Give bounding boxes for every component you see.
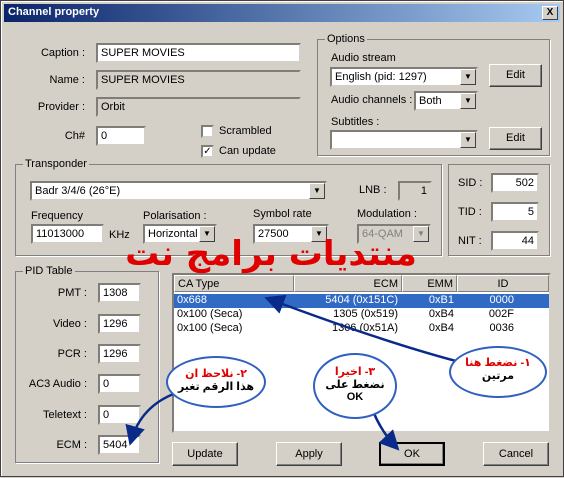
watermark-text: منتديات برامج نت [125,234,417,274]
tid-field[interactable]: 5 [491,202,539,222]
satellite-select[interactable]: Badr 3/4/6 (26°E) ▼ [30,181,327,201]
subtitles-label: Subtitles : [331,116,380,128]
tid-label: TID : [458,206,482,218]
note-3-line-1: ٣- اخيرا [334,366,376,378]
satellite-value: Badr 3/4/6 (26°E) [35,185,121,197]
chevron-down-icon: ▼ [460,69,476,85]
caption-label: Caption : [40,47,85,59]
cancel-button[interactable]: Cancel [483,442,549,466]
ecm-label: ECM : [56,439,87,451]
sid-label: SID : [458,177,483,189]
ac3-audio-field[interactable]: 0 [98,374,141,394]
ok-button[interactable]: OK [379,442,445,466]
edit-subtitles-button[interactable]: Edit [489,127,542,150]
cell-id: 002F [488,308,514,320]
table-row[interactable]: 0x668 5404 (0x151C) 0xB1 0000 [174,294,549,308]
lnb-field: 1 [398,181,432,201]
chevron-down-icon: ▼ [460,132,476,148]
scrambled-checkbox[interactable] [201,125,214,138]
note-1-line-1: ١- نضغط هنا [465,357,531,369]
symbol-rate-label: Symbol rate [253,208,312,220]
note-2-line-1: ٢- نلاحظ ان [185,368,247,380]
chevron-down-icon: ▼ [309,183,325,199]
provider-label: Provider : [37,101,85,113]
video-label: Video : [52,318,87,330]
cell-id: 0036 [489,322,514,334]
cell-emm: 0xB1 [428,294,454,306]
column-header-ca-type[interactable]: CA Type [174,275,294,292]
note-bubble-3: ٣- اخيرا نضغط على OK [313,353,397,419]
name-field: SUPER MOVIES [96,70,301,90]
teletext-field[interactable]: 0 [98,405,141,425]
scrambled-label: Scrambled [219,125,272,137]
frequency-label: Frequency [31,210,83,222]
nit-label: NIT : [458,235,482,247]
audio-channels-value: Both [419,95,442,107]
column-header-ecm[interactable]: ECM [294,275,402,292]
cell-ca-type: 0x668 [177,294,207,306]
can-update-checkbox[interactable]: ✓ [201,145,214,158]
channel-property-dialog: Channel property X Caption : SUPER MOVIE… [0,0,564,477]
table-row[interactable]: 0x100 (Seca) 1305 (0x519) 0xB4 002F [174,308,549,322]
pmt-field[interactable]: 1308 [98,283,141,303]
audio-stream-value: English (pid: 1297) [335,71,427,83]
cell-emm: 0xB4 [428,322,454,334]
pcr-label: PCR : [57,348,87,360]
name-label: Name : [49,74,85,86]
chnum-field[interactable]: 0 [96,126,146,146]
table-row[interactable]: 0x100 (Seca) 1306 (0x51A) 0xB4 0036 [174,322,549,336]
cell-ca-type: 0x100 (Seca) [177,308,243,320]
polarisation-label: Polarisation : [143,210,207,222]
video-field[interactable]: 1296 [98,314,141,334]
update-button[interactable]: Update [172,442,238,466]
close-button[interactable]: X [542,6,558,20]
pid-table-title: PID Table [23,265,75,277]
cell-ecm: 1305 (0x519) [333,308,398,320]
can-update-label: Can update [219,145,276,157]
chnum-label: Ch# [64,130,85,142]
cell-ecm: 5404 (0x151C) [325,294,398,306]
column-header-emm[interactable]: EMM [402,275,457,292]
audio-channels-label: Audio channels : [331,94,413,106]
edit-audio-button[interactable]: Edit [489,64,542,87]
caption-field[interactable]: SUPER MOVIES [96,43,301,63]
nit-field[interactable]: 44 [491,231,539,251]
pmt-label: PMT : [57,287,87,299]
note-3-line-3: OK [346,391,364,403]
apply-button[interactable]: Apply [276,442,342,466]
window-title: Channel property [8,6,100,18]
audio-stream-select[interactable]: English (pid: 1297) ▼ [330,67,478,87]
lnb-label: LNB : [359,184,387,196]
column-header-id[interactable]: ID [457,275,549,292]
note-1-line-2: مرتين [481,370,515,382]
transponder-title: Transponder [23,158,89,170]
chevron-down-icon: ▼ [460,93,476,109]
options-title: Options [325,33,367,45]
ecm-field[interactable]: 5404 [98,435,141,455]
note-2-line-2: هذا الرقم تغير [177,381,255,393]
teletext-label: Teletext : [42,409,87,421]
title-bar: Channel property X [4,4,560,22]
cell-ecm: 1306 (0x51A) [331,322,398,334]
audio-channels-select[interactable]: Both ▼ [414,91,478,111]
audio-stream-label: Audio stream [331,52,396,64]
subtitles-select[interactable]: ▼ [330,130,478,150]
note-bubble-2: ٢- نلاحظ ان هذا الرقم تغير [166,356,266,408]
pcr-field[interactable]: 1296 [98,344,141,364]
cell-emm: 0xB4 [428,308,454,320]
frequency-field[interactable]: 11013000 [31,224,104,244]
cell-ca-type: 0x100 (Seca) [177,322,243,334]
modulation-label: Modulation : [357,208,417,220]
ac3-audio-label: AC3 Audio : [28,378,87,390]
note-3-line-2: نضغط على [325,379,385,391]
note-bubble-1: ١- نضغط هنا مرتين [449,346,547,398]
cell-id: 0000 [489,294,514,306]
provider-field: Orbit [96,97,301,117]
sid-field[interactable]: 502 [491,173,539,193]
